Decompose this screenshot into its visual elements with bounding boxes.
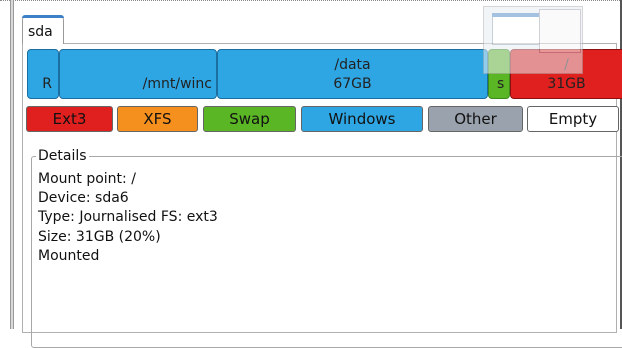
legend-other: Other — [428, 106, 523, 132]
window-left-edge — [10, 0, 14, 329]
size-line: Size: 31GB (20%) — [38, 228, 161, 245]
legend-label: Windows — [328, 110, 396, 128]
window-top-edge — [0, 0, 622, 5]
tab-label: sda — [28, 24, 53, 40]
details-text: Mount point: / Device: sda6 Type: Journa… — [38, 170, 218, 266]
legend-label: Other — [454, 110, 497, 128]
mounted-line: Mounted — [38, 247, 100, 264]
legend-label: XFS — [143, 110, 172, 128]
tab-sda[interactable]: sda — [22, 15, 64, 44]
type-line: Type: Journalised FS: ext3 — [38, 209, 218, 226]
legend-swap: Swap — [203, 106, 296, 132]
partition-label: /data — [334, 57, 371, 73]
details-title: Details — [38, 148, 87, 164]
legend-label: Swap — [229, 110, 270, 128]
mount-point-line: Mount point: / — [38, 171, 136, 187]
legend-label: Ext3 — [52, 110, 87, 128]
legend-xfs: XFS — [117, 106, 198, 132]
partition-label: s — [497, 76, 505, 92]
partition-size: 31GB — [547, 76, 586, 92]
partition-size: 67GB — [333, 76, 372, 92]
partition-label: R — [42, 76, 52, 92]
partition-r[interactable]: R — [27, 49, 59, 99]
device-line: Device: sda6 — [38, 190, 129, 207]
partition-data[interactable]: /data 67GB — [217, 49, 488, 99]
legend-empty: Empty — [527, 106, 619, 132]
legend-ext3: Ext3 — [26, 106, 113, 132]
partition-label: /mnt/winc — [142, 76, 212, 92]
window-thumbnail-preview — [483, 6, 583, 74]
legend-windows: Windows — [301, 106, 423, 132]
legend-label: Empty — [548, 110, 598, 128]
partition-mnt-windows[interactable]: /mnt/winc — [59, 49, 217, 99]
